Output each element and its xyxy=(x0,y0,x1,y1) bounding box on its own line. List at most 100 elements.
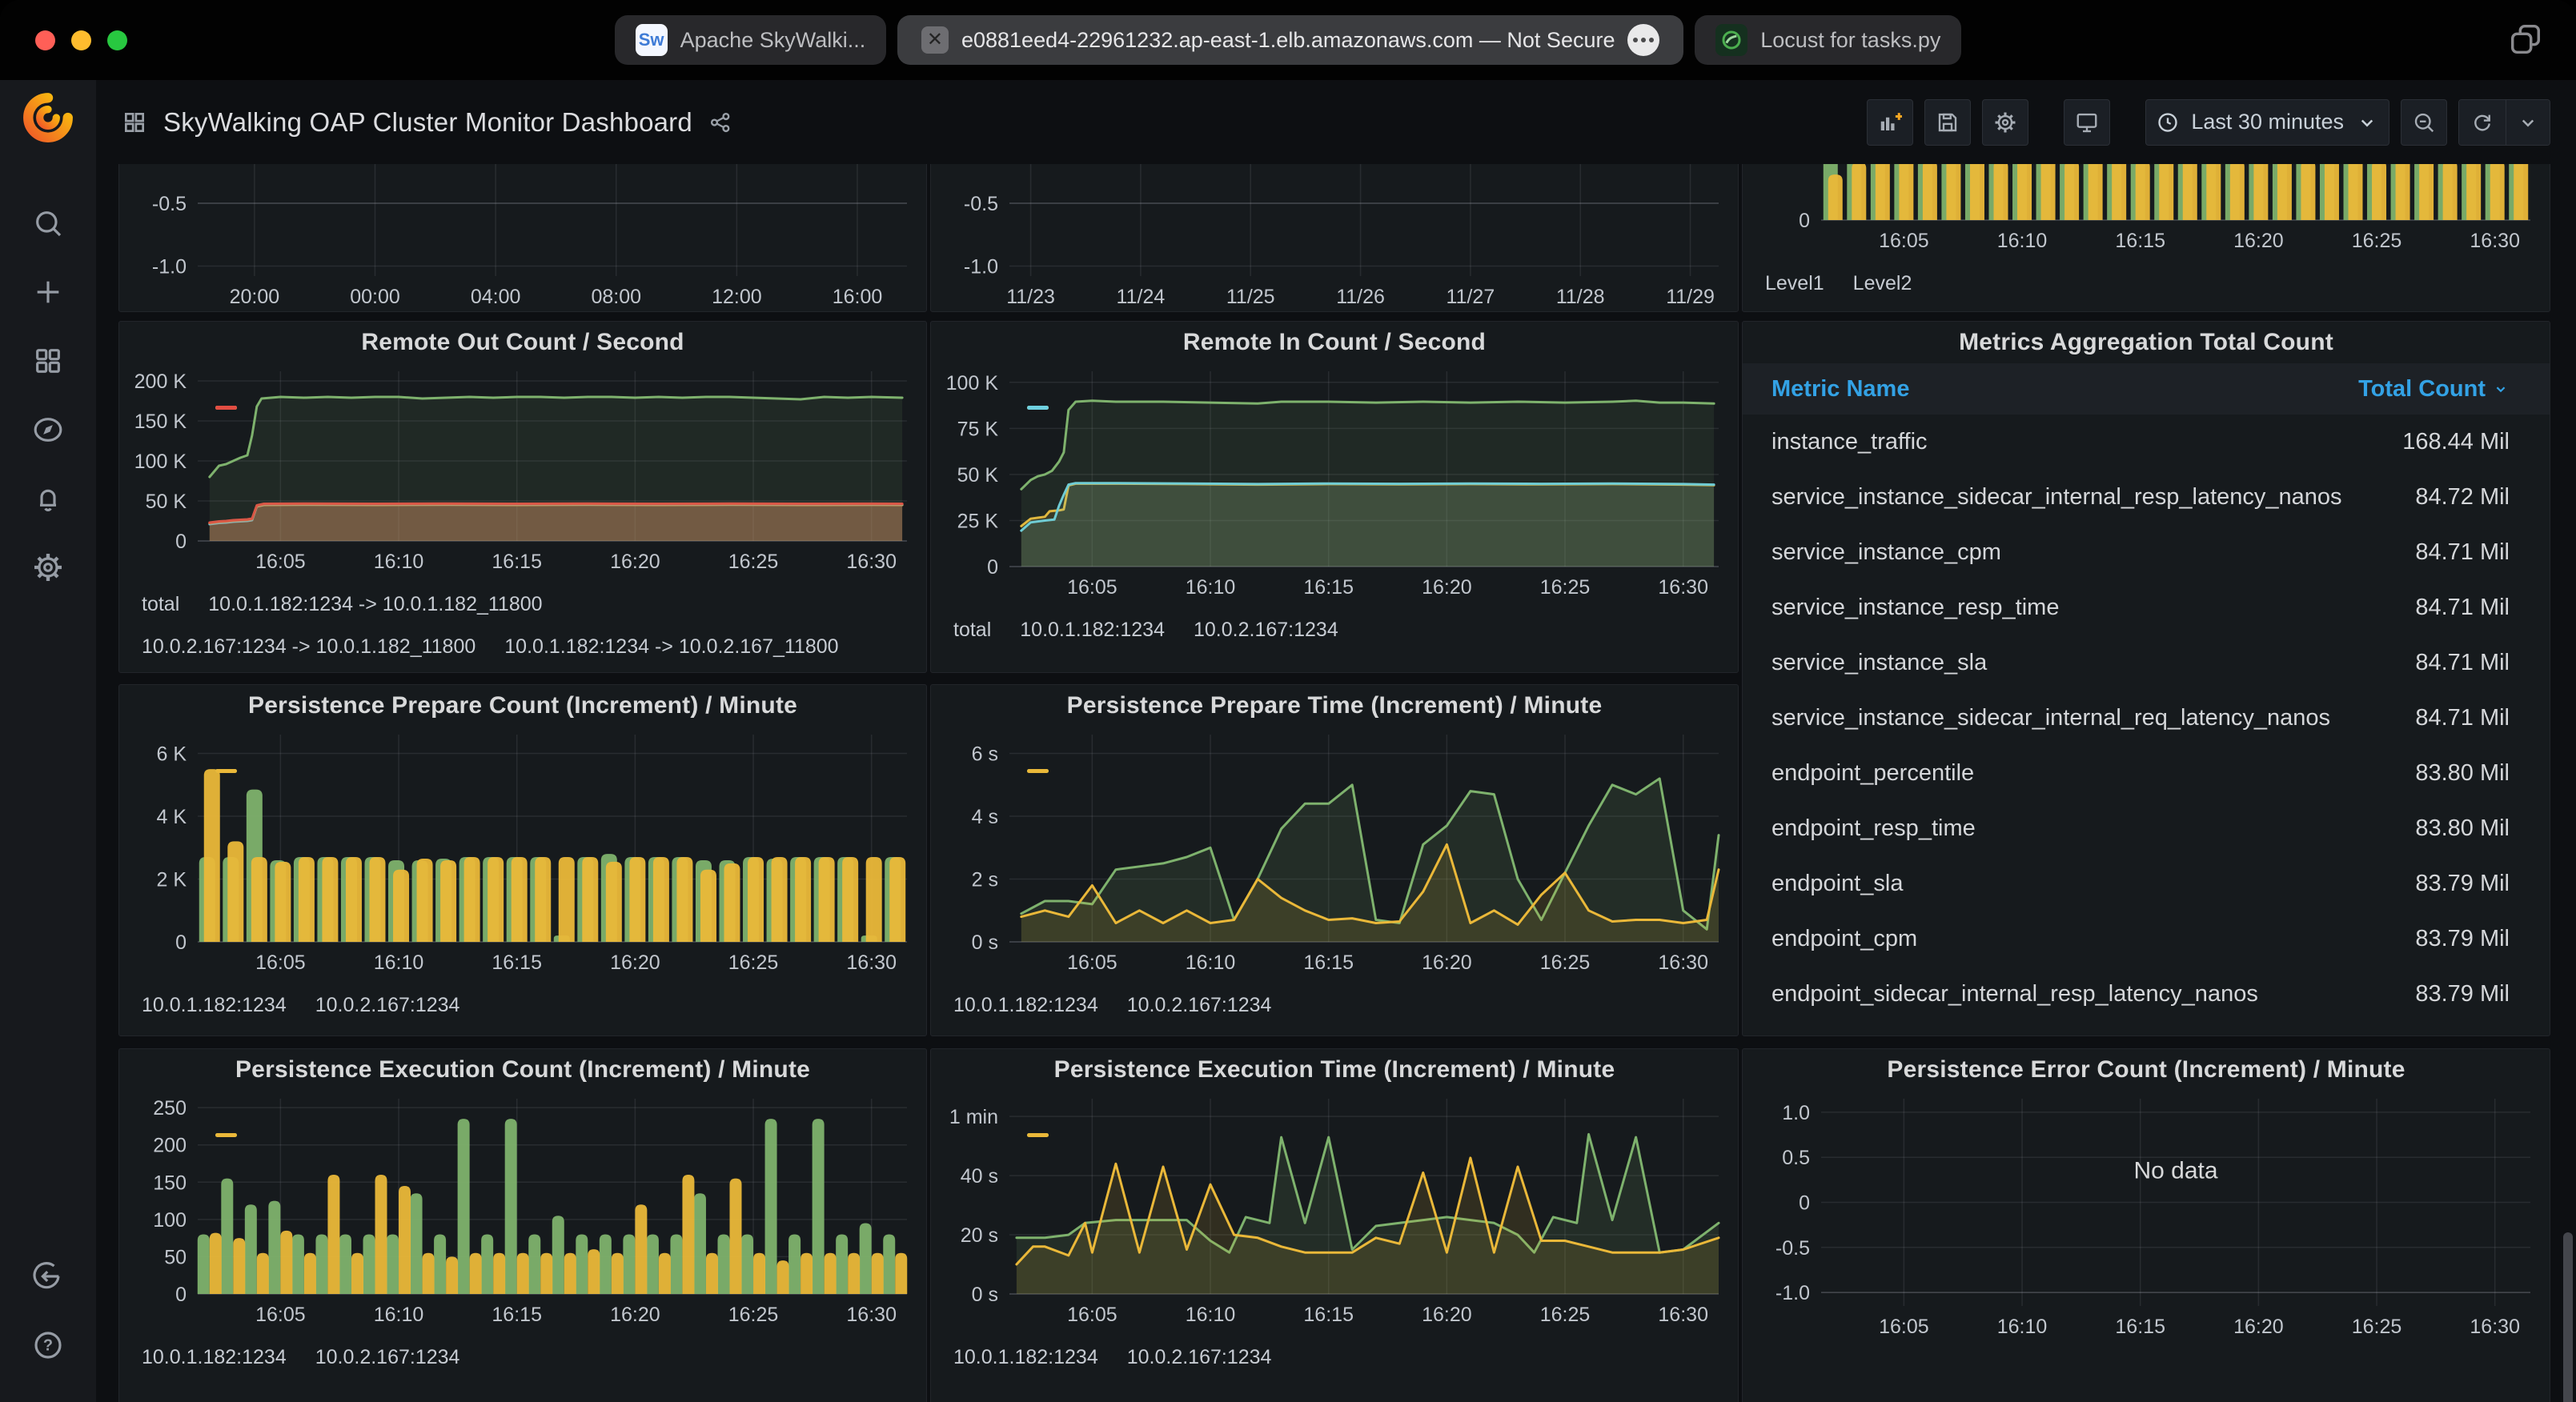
traffic-lights xyxy=(35,30,127,50)
save-dashboard-button[interactable] xyxy=(1924,99,1971,146)
panel-title[interactable]: Persistence Prepare Time (Increment) / M… xyxy=(931,685,1738,727)
cycle-view-mode-button[interactable] xyxy=(2064,99,2110,146)
tab-locust[interactable]: Locust for tasks.py xyxy=(1695,15,1961,65)
svg-text:-0.5: -0.5 xyxy=(152,193,187,215)
legend-item[interactable]: total xyxy=(142,593,179,616)
tab-skywalking[interactable]: Sw Apache SkyWalki... xyxy=(615,15,887,65)
panel-exec-count: Persistence Execution Count (Increment) … xyxy=(118,1048,927,1402)
legend-item[interactable]: 10.0.1.182:1234 xyxy=(953,1346,1098,1369)
search-icon[interactable] xyxy=(0,189,96,258)
panel-title[interactable]: Persistence Error Count (Increment) / Mi… xyxy=(1743,1049,2550,1091)
legend-item[interactable]: 10.0.2.167:1234 xyxy=(1127,1346,1272,1369)
metric-name-cell: endpoint_sla xyxy=(1743,871,2415,897)
refresh-button[interactable] xyxy=(2459,100,2506,145)
time-range-picker[interactable]: Last 30 minutes xyxy=(2145,99,2389,146)
chart-top2[interactable]: -0.5-1.011/2311/2411/2511/2611/2711/2811… xyxy=(931,164,1738,312)
chart-error[interactable]: -1.0-0.500.51.016:0516:1016:1516:2016:25… xyxy=(1743,1091,2550,1343)
explore-icon[interactable] xyxy=(0,395,96,464)
table-row: endpoint_resp_time83.80 Mil xyxy=(1743,801,2550,856)
legend-item[interactable]: Level2 xyxy=(1853,272,1912,295)
svg-text:0: 0 xyxy=(175,931,187,954)
legend-label: total xyxy=(142,593,179,616)
dashboard-toolbar: Last 30 minutes xyxy=(1867,99,2550,146)
help-icon[interactable]: ? xyxy=(0,1311,96,1380)
chart-prep_count[interactable]: 02 K4 K6 K16:0516:1016:1516:2016:2516:30 xyxy=(119,727,926,979)
total-count-cell: 84.72 Mil xyxy=(2415,484,2550,511)
legend-item[interactable]: Level1 xyxy=(1765,272,1824,295)
legend-label: 10.0.1.182:1234 xyxy=(142,994,287,1017)
configuration-icon[interactable] xyxy=(0,533,96,602)
legend-item[interactable]: total xyxy=(953,619,991,642)
apps-icon[interactable] xyxy=(122,110,147,135)
svg-text:200: 200 xyxy=(153,1135,187,1157)
scrollbar-thumb[interactable] xyxy=(2563,1232,2573,1402)
dashboards-icon[interactable] xyxy=(0,326,96,395)
chart-top3[interactable]: 016:0516:1016:1516:2016:2516:30 xyxy=(1743,164,2550,257)
legend-item[interactable]: 10.0.1.182:1234 -> 10.0.2.167_11800 xyxy=(504,635,838,659)
legend-item[interactable]: 10.0.1.182:1234 xyxy=(953,994,1098,1017)
legend: 10.0.1.182:1234 10.0.2.167:1234 xyxy=(119,983,926,1036)
chart-remote_out[interactable]: 050 K100 K150 K200 K16:0516:1016:1516:20… xyxy=(119,363,926,578)
panel-title[interactable]: Metrics Aggregation Total Count xyxy=(1743,322,2550,363)
add-panel-button[interactable] xyxy=(1867,99,1913,146)
grafana-logo[interactable] xyxy=(22,91,74,144)
total-count-cell: 84.71 Mil xyxy=(2415,539,2550,566)
column-header-total-count[interactable]: Total Count xyxy=(2358,376,2550,403)
chart-top1[interactable]: -0.5-1.020:0000:0004:0008:0012:0016:00 xyxy=(119,164,926,312)
close-tab-icon[interactable]: ✕ xyxy=(921,26,949,54)
chart-exec_time[interactable]: 0 s20 s40 s1 min16:0516:1016:1516:2016:2… xyxy=(931,1091,1738,1331)
svg-text:16:20: 16:20 xyxy=(610,1304,660,1326)
legend-item[interactable]: 10.0.2.167:1234 xyxy=(315,994,460,1017)
sort-desc-icon xyxy=(2492,380,2510,398)
chart-exec_count[interactable]: 05010015020025016:0516:1016:1516:2016:25… xyxy=(119,1091,926,1331)
legend-item[interactable]: 10.0.1.182:1234 xyxy=(1020,619,1165,642)
legend-item[interactable]: 10.0.1.182:1234 xyxy=(142,1346,287,1369)
svg-text:16:25: 16:25 xyxy=(728,551,779,573)
add-icon[interactable] xyxy=(0,258,96,326)
panel-title[interactable]: Persistence Execution Time (Increment) /… xyxy=(931,1049,1738,1091)
legend-label: total xyxy=(953,619,991,642)
share-icon[interactable] xyxy=(708,110,732,134)
panel-title[interactable]: Remote In Count / Second xyxy=(931,322,1738,363)
metric-name-cell: service_instance_cpm xyxy=(1743,539,2415,566)
dashboard-header: SkyWalking OAP Cluster Monitor Dashboard… xyxy=(96,80,2576,164)
svg-text:16:10: 16:10 xyxy=(1997,1316,2048,1338)
legend: 10.0.1.182:1234 10.0.2.167:1234 xyxy=(931,1335,1738,1388)
svg-text:1.0: 1.0 xyxy=(1782,1102,1810,1124)
panel-title[interactable]: Persistence Prepare Count (Increment) / … xyxy=(119,685,926,727)
table-row: service_instance_sidecar_internal_req_la… xyxy=(1743,691,2550,746)
column-header-metric-name[interactable]: Metric Name xyxy=(1743,376,2358,403)
browser-window: Sw Apache SkyWalki... ✕ e0881eed4-229612… xyxy=(0,0,2576,1402)
locust-favicon-icon xyxy=(1715,24,1747,56)
close-window-button[interactable] xyxy=(35,30,55,50)
sign-out-icon[interactable] xyxy=(0,1242,96,1311)
svg-text:00:00: 00:00 xyxy=(350,286,400,308)
svg-text:11/25: 11/25 xyxy=(1226,286,1275,308)
svg-text:16:20: 16:20 xyxy=(610,551,660,573)
legend-item[interactable]: 10.0.1.182:1234 xyxy=(142,994,287,1017)
metric-name-cell: endpoint_sidecar_internal_resp_latency_n… xyxy=(1743,981,2415,1007)
legend-item[interactable]: 10.0.2.167:1234 -> 10.0.1.182_11800 xyxy=(142,635,475,659)
svg-text:0: 0 xyxy=(175,1284,187,1306)
zoom-window-button[interactable] xyxy=(107,30,127,50)
ellipsis-icon[interactable] xyxy=(1627,24,1659,56)
legend-item[interactable]: 10.0.2.167:1234 xyxy=(315,1346,460,1369)
dashboard-settings-button[interactable] xyxy=(1982,99,2028,146)
svg-text:2 s: 2 s xyxy=(972,869,998,891)
zoom-out-time-button[interactable] xyxy=(2401,99,2447,146)
svg-text:16:05: 16:05 xyxy=(1067,951,1117,974)
panel-title[interactable]: Remote Out Count / Second xyxy=(119,322,926,363)
minimize-window-button[interactable] xyxy=(71,30,91,50)
legend-item[interactable]: 10.0.2.167:1234 xyxy=(1127,994,1272,1017)
tab-overview-icon[interactable] xyxy=(2507,21,2544,62)
legend-item[interactable]: 10.0.2.167:1234 xyxy=(1194,619,1338,642)
chart-remote_in[interactable]: 025 K50 K75 K100 K16:0516:1016:1516:2016… xyxy=(931,363,1738,603)
panel-title[interactable]: Persistence Execution Count (Increment) … xyxy=(119,1049,926,1091)
legend-item[interactable]: 10.0.1.182:1234 -> 10.0.1.182_11800 xyxy=(208,593,542,616)
tab-grafana-active[interactable]: ✕ e0881eed4-22961232.ap-east-1.elb.amazo… xyxy=(897,15,1683,65)
alerting-icon[interactable] xyxy=(0,464,96,533)
svg-text:0 s: 0 s xyxy=(972,931,998,954)
refresh-interval-dropdown[interactable] xyxy=(2506,100,2550,145)
svg-text:-1.0: -1.0 xyxy=(1776,1282,1810,1304)
chart-prep_time[interactable]: 0 s2 s4 s6 s16:0516:1016:1516:2016:2516:… xyxy=(931,727,1738,979)
